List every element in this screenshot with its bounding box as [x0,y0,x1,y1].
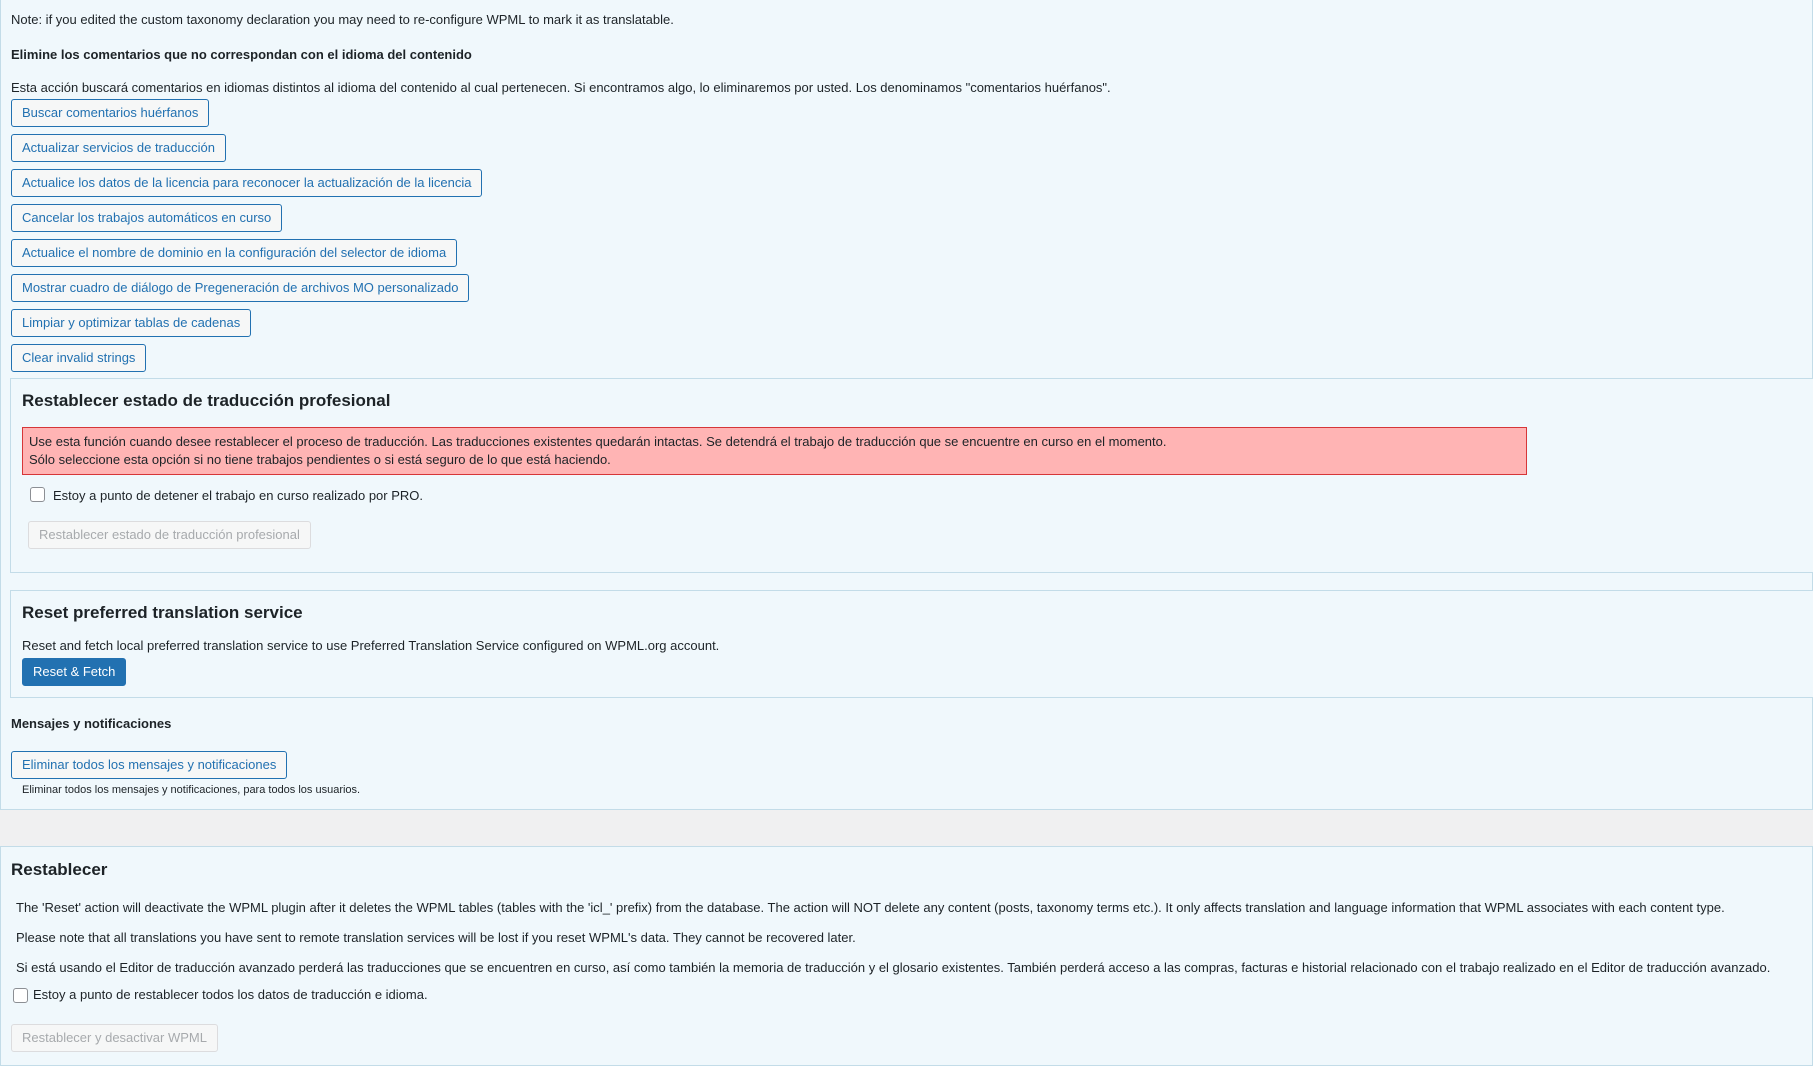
reset-deactivate-button[interactable]: Restablecer y desactivar WPML [11,1024,218,1052]
pro-reset-checkbox-label[interactable]: Estoy a punto de detener el trabajo en c… [53,488,423,504]
cancel-automatic-jobs-button[interactable]: Cancelar los trabajos automáticos en cur… [11,204,283,232]
clean-string-tables-button[interactable]: Limpiar y optimizar tablas de cadenas [11,309,252,337]
reset-paragraph-1: The 'Reset' action will deactivate the W… [16,900,1725,915]
preferred-service-description: Reset and fetch local preferred translat… [22,638,720,653]
show-mo-dialog-button[interactable]: Mostrar cuadro de diálogo de Pregeneraci… [11,274,470,302]
orphans-heading: Elimine los comentarios que no correspon… [11,47,472,62]
taxonomy-note: Note: if you edited the custom taxonomy … [11,12,674,27]
reset-paragraph-3: Si está usando el Editor de traducción a… [16,960,1771,975]
pro-reset-title: Restablecer estado de traducción profesi… [22,391,391,410]
messages-heading: Mensajes y notificaciones [11,716,172,731]
find-orphans-button[interactable]: Buscar comentarios huérfanos [11,99,210,127]
pro-reset-checkbox[interactable] [30,487,45,502]
reset-checkbox[interactable] [13,988,28,1003]
update-domain-button[interactable]: Actualice el nombre de dominio en la con… [11,239,458,267]
delete-messages-button[interactable]: Eliminar todos los mensajes y notificaci… [11,751,288,779]
reset-fetch-button[interactable]: Reset & Fetch [22,658,127,686]
pro-reset-warning-line-1: Use esta función cuando desee restablece… [29,434,1167,449]
clear-invalid-strings-button[interactable]: Clear invalid strings [11,344,147,372]
delete-messages-hint: Eliminar todos los mensajes y notificaci… [22,784,361,796]
reset-checkbox-label[interactable]: Estoy a punto de restablecer todos los d… [33,987,428,1003]
update-translation-services-button[interactable]: Actualizar servicios de traducción [11,134,226,162]
update-license-button[interactable]: Actualice los datos de la licencia para … [11,169,483,197]
reset-title: Restablecer [11,860,108,879]
pro-reset-button[interactable]: Restablecer estado de traducción profesi… [28,521,311,549]
preferred-service-title: Reset preferred translation service [22,603,303,622]
reset-paragraph-2: Please note that all translations you ha… [16,930,856,945]
pro-reset-warning-line-2: Sólo seleccione esta opción si no tiene … [29,452,611,467]
reset-panel [0,846,1813,1066]
pro-reset-warning: Use esta función cuando desee restablece… [22,427,1527,475]
orphans-description: Esta acción buscará comentarios en idiom… [11,80,1111,95]
